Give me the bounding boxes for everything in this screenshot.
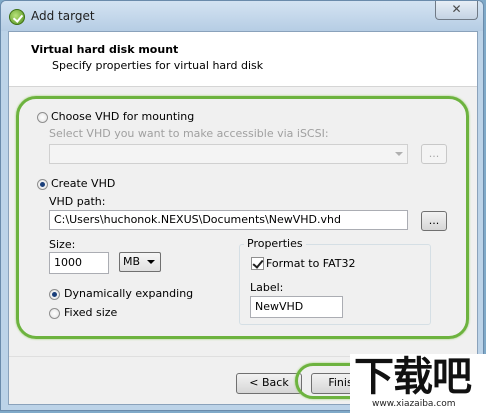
chevron-down-icon [147, 260, 155, 264]
choose-vhd-radio[interactable] [37, 112, 48, 123]
wizard-header: Virtual hard disk mount Specify properti… [9, 32, 477, 87]
properties-title: Properties [244, 237, 306, 250]
back-button[interactable]: < Back [236, 373, 302, 394]
choose-vhd-hint: Select VHD you want to make accessible v… [49, 127, 329, 140]
vhd-path-label: VHD path: [49, 195, 106, 208]
window-title: Add target [31, 9, 95, 23]
label-input[interactable]: NewVHD [250, 296, 343, 318]
watermark-text: 下载吧 [354, 354, 472, 400]
watermark-logo: 下载吧 www.xiazaiba.com [350, 354, 486, 413]
create-vhd-label[interactable]: Create VHD [51, 177, 115, 190]
wizard-client-area: Virtual hard disk mount Specify properti… [8, 31, 478, 405]
vhd-select-dropdown[interactable] [49, 144, 408, 164]
format-fat32-label[interactable]: Format to FAT32 [266, 257, 356, 270]
app-checkmark-icon [9, 9, 25, 25]
vhd-path-browse-button[interactable]: ... [421, 211, 447, 231]
label-caption: Label: [250, 281, 284, 294]
size-input[interactable]: 1000 [49, 252, 109, 274]
size-unit-select[interactable]: MB [119, 252, 161, 272]
choose-vhd-browse-button[interactable]: ... [421, 144, 447, 164]
add-target-window: Add target ✕ Virtual hard disk mount Spe… [0, 0, 484, 411]
dynamically-expanding-radio[interactable] [49, 289, 60, 300]
page-title: Virtual hard disk mount [31, 43, 179, 56]
dynamically-expanding-label[interactable]: Dynamically expanding [64, 287, 193, 300]
title-bar: Add target ✕ [1, 1, 483, 31]
format-fat32-checkbox[interactable] [251, 257, 264, 270]
create-vhd-radio[interactable] [37, 179, 48, 190]
vhd-path-input[interactable]: C:\Users\huchonok.NEXUS\Documents\NewVHD… [49, 210, 408, 230]
size-label: Size: [49, 238, 76, 251]
choose-vhd-label[interactable]: Choose VHD for mounting [51, 110, 194, 123]
page-subtitle: Specify properties for virtual hard disk [52, 59, 264, 72]
fixed-size-radio[interactable] [49, 308, 60, 319]
chevron-down-icon [395, 152, 403, 156]
close-button[interactable]: ✕ [435, 1, 478, 20]
size-unit-value: MB [123, 255, 141, 268]
watermark-url: www.xiazaiba.com [372, 399, 456, 409]
fixed-size-label[interactable]: Fixed size [64, 306, 117, 319]
